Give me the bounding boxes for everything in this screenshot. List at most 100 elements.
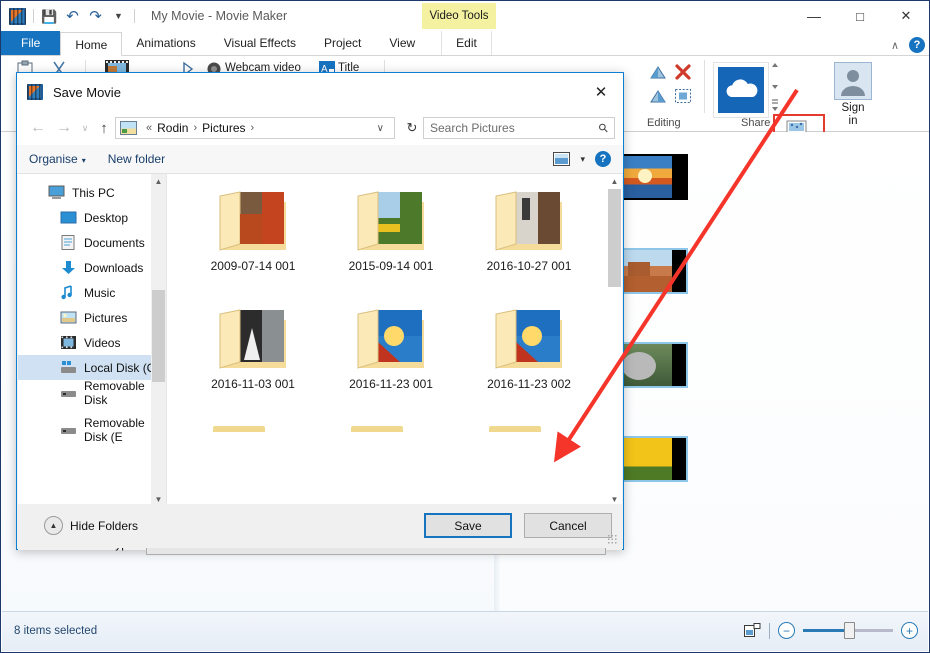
remove-icon[interactable] [674,63,692,81]
cancel-button[interactable]: Cancel [524,513,612,538]
downloads-icon [60,260,77,276]
tree-item-removable-disk[interactable]: Removable Disk [18,380,166,405]
folder-icon [348,184,434,256]
tree-label: Documents [84,236,145,250]
list-item[interactable]: 2015-09-14 001 [317,184,465,273]
hide-folders-label: Hide Folders [70,519,138,533]
file-list[interactable]: 2009-07-14 001 2015-09-14 001 [166,174,622,507]
tree-label: This PC [72,186,115,200]
sign-in-button[interactable] [834,62,872,100]
tab-visual-effects[interactable]: Visual Effects [210,31,310,55]
tree-item-music[interactable]: Music [18,280,166,305]
back-button[interactable]: ← [25,119,51,137]
ribbon-tab-strip: File Home Animations Visual Effects Proj… [1,31,929,56]
tree-item-downloads[interactable]: Downloads [18,255,166,280]
pictures-folder-icon [120,121,137,135]
save-button[interactable]: Save [424,513,512,538]
scroll-up-arrow[interactable]: ▲ [151,174,166,189]
file-list-scroll-thumb[interactable] [608,189,621,287]
scroll-up-arrow[interactable]: ▲ [607,174,622,189]
file-list-scrollbar[interactable]: ▲ ▼ [607,174,622,507]
tree-item-pictures[interactable]: Pictures [18,305,166,330]
folder-icon [351,426,403,432]
dialog-help-icon[interactable]: ? [595,151,611,167]
folder-icon [210,184,296,256]
change-view-icon[interactable] [553,152,570,166]
tree-label: Music [84,286,115,300]
maximize-button[interactable]: □ [837,1,883,31]
music-icon [60,285,77,301]
minimize-button[interactable]: — [791,1,837,31]
search-input[interactable]: Search Pictures ⚲ [423,117,615,139]
navigation-bar: ← → ∨ ↑ « Rodin › Pictures › ∨ ↻ Search … [17,111,623,145]
list-item[interactable]: 2016-11-23 002 [455,302,603,391]
tree-scrollbar[interactable]: ▲ ▼ [151,174,166,507]
folder-icon [489,426,541,432]
window-controls: — □ ✕ [791,1,929,31]
tree-item-this-pc[interactable]: This PC [18,180,166,205]
status-text: 8 items selected [14,625,97,637]
select-all-icon[interactable] [674,88,692,104]
list-item[interactable]: 2016-10-27 001 [455,184,603,273]
collapse-icon: ▲ [44,516,63,535]
breadcrumb-item-pictures[interactable]: Pictures [202,121,245,135]
resize-grip[interactable] [607,534,617,544]
hide-folders-button[interactable]: ▲ Hide Folders [44,516,138,535]
removable-disk-icon [60,385,77,401]
tree-item-documents[interactable]: Documents [18,230,166,255]
list-item[interactable]: 2009-07-14 001 [179,184,327,273]
tree-item-removable-disk-e[interactable]: Removable Disk (E [18,417,166,442]
undo-icon[interactable]: ↶ [64,8,81,25]
command-bar-right: ▾ ? [553,151,611,167]
tree-scroll-thumb[interactable] [152,290,165,382]
forward-button[interactable]: → [51,119,77,137]
navigation-tree: This PC Desktop Documents Downloads [18,174,166,507]
zoom-in-button[interactable]: + [901,622,918,639]
collapse-ribbon-icon[interactable]: ∧ [891,39,899,52]
videos-icon [60,335,77,351]
redo-icon[interactable]: ↷ [87,8,104,25]
tab-project[interactable]: Project [310,31,375,55]
breadcrumb-dropdown-icon[interactable]: ∨ [371,123,390,134]
zoom-slider-thumb[interactable] [844,622,855,639]
tree-item-desktop[interactable]: Desktop [18,205,166,230]
folder-name: 2009-07-14 001 [179,259,327,273]
share-group-label: Share [741,117,770,129]
list-item[interactable]: 2016-11-23 001 [317,302,465,391]
tab-edit[interactable]: Edit [441,31,492,55]
chevron-down-icon[interactable]: ▾ [580,154,585,165]
contextual-tab-video-tools[interactable]: Video Tools [422,3,496,29]
breadcrumb[interactable]: « Rodin › Pictures › ∨ [115,117,395,139]
new-folder-button[interactable]: New folder [108,152,165,166]
save-icon[interactable]: 💾 [41,8,58,25]
rotate-left-icon[interactable] [649,64,667,80]
sign-in-label-line2: in [821,115,885,128]
breadcrumb-separator: › [188,122,202,134]
onedrive-button[interactable] [713,62,769,118]
folder-icon [210,302,296,374]
close-button[interactable]: ✕ [883,1,929,31]
zoom-slider[interactable] [803,624,893,638]
list-item[interactable]: 2016-11-03 001 [179,302,327,391]
help-icon[interactable]: ? [909,37,925,53]
tree-item-videos[interactable]: Videos [18,330,166,355]
folder-name: 2016-10-27 001 [455,259,603,273]
thumbnail-view-icon[interactable] [744,623,761,638]
gallery-scroll-icons[interactable] [770,60,780,116]
customize-dropdown-icon[interactable]: ▼ [110,8,127,25]
tab-home[interactable]: Home [60,32,122,56]
recent-locations-icon[interactable]: ∨ [77,123,93,134]
desktop-icon [60,210,77,226]
breadcrumb-item-rodin[interactable]: Rodin [157,121,188,135]
tab-file[interactable]: File [1,31,60,55]
rotate-right-icon[interactable] [649,88,667,104]
tab-view[interactable]: View [375,31,429,55]
tab-animations[interactable]: Animations [122,31,209,55]
folder-icon [486,302,572,374]
zoom-out-button[interactable]: − [778,622,795,639]
organise-button[interactable]: Organise▾ [29,152,86,166]
dialog-close-button[interactable]: ✕ [579,73,623,111]
refresh-icon[interactable]: ↻ [401,120,423,136]
up-button[interactable]: ↑ [93,120,115,137]
tree-item-local-disk-c[interactable]: Local Disk (C:) [18,355,166,380]
